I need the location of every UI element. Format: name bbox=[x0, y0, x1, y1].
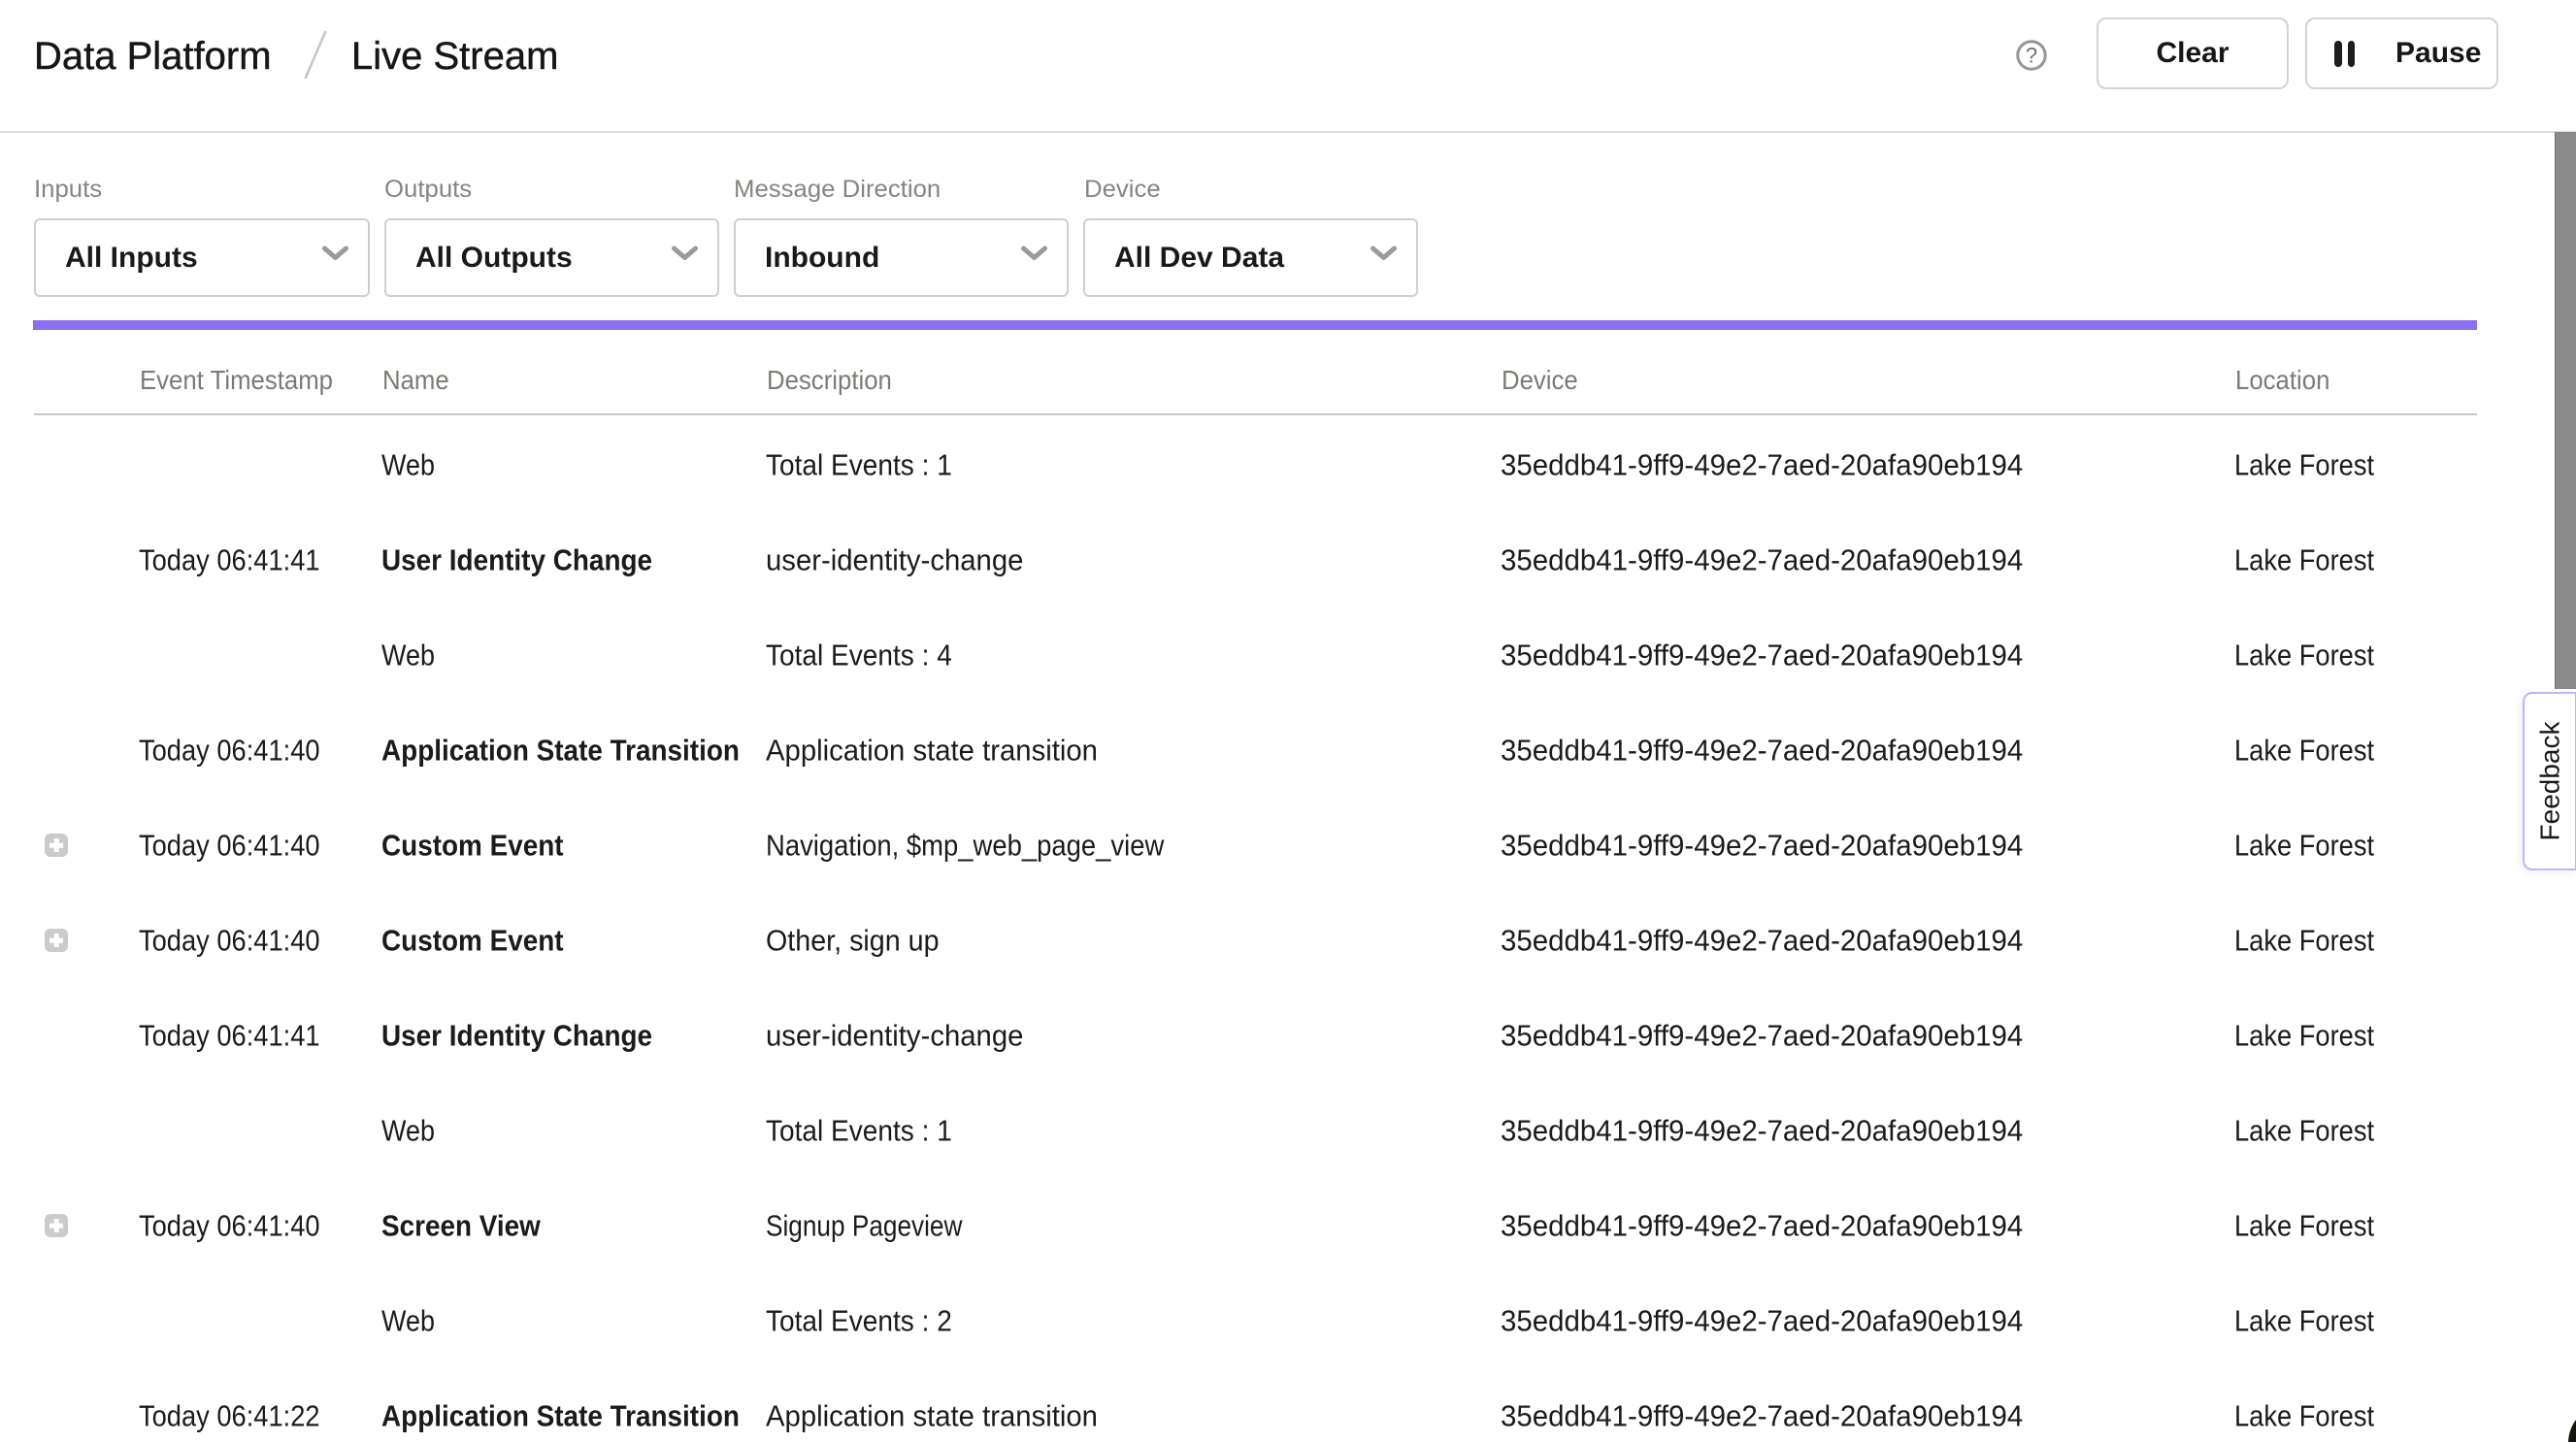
svg-text:?: ? bbox=[2026, 44, 2037, 68]
